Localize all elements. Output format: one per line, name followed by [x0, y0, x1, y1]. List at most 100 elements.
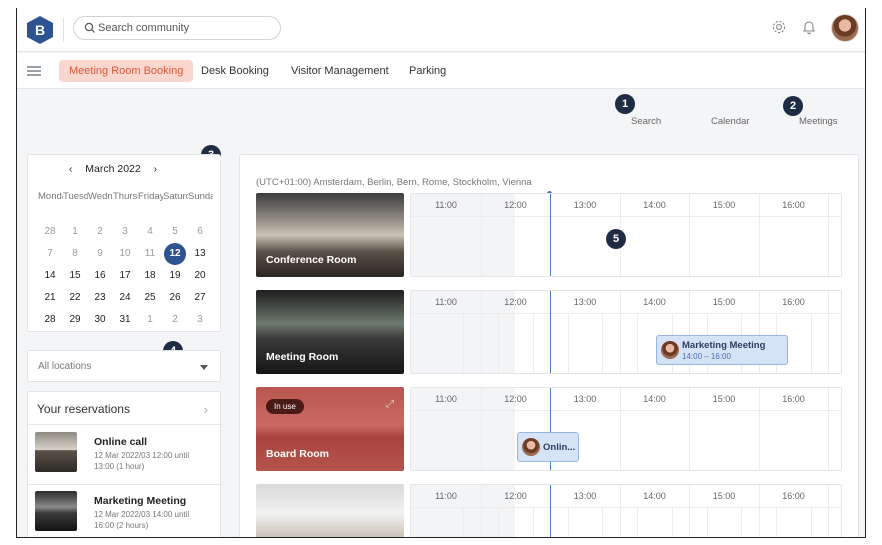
location-select[interactable]: All locations [27, 350, 221, 382]
weekday-label: Thursday [113, 191, 138, 202]
current-time-line [550, 291, 551, 373]
reservation-time-line: 16:00 (2 hours) [94, 521, 149, 530]
reservation-name: Online call [94, 436, 148, 448]
calendar-day[interactable]: 13 [189, 243, 211, 265]
slot-gridline [602, 507, 604, 537]
chevron-right-icon[interactable]: › [204, 402, 208, 417]
reservation-time-line: 12 Mar 2022/03 12:00 until [94, 451, 190, 460]
room-timeline[interactable]: 11:00 12:00 13:00 14:00 15:00 16:00 [410, 387, 842, 471]
calendar-day[interactable]: 9 [89, 243, 111, 265]
room-name: Board Room [266, 448, 329, 460]
brand-logo-icon[interactable]: B [27, 16, 53, 44]
menu-icon[interactable] [27, 66, 41, 76]
hour-gridline [828, 388, 830, 470]
calendar-day[interactable]: 16 [89, 265, 111, 287]
calendar-day-selected[interactable]: 12 [164, 243, 186, 265]
calendar-day[interactable]: 18 [139, 265, 161, 287]
calendar-day[interactable]: 1 [64, 221, 86, 243]
calendar-day[interactable]: 3 [114, 221, 136, 243]
step-badge-1: 1 [615, 94, 635, 114]
booking-title: Onlin... [543, 442, 576, 453]
current-time-line [550, 194, 551, 276]
divider [28, 424, 222, 425]
search-icon [84, 22, 95, 33]
room-timeline[interactable]: 11:00 12:00 13:00 14:00 15:00 16:00 [410, 193, 842, 277]
calendar-day[interactable]: 6 [189, 221, 211, 243]
calendar-day[interactable]: 4 [139, 221, 161, 243]
calendar-day[interactable]: 30 [89, 309, 111, 331]
hour-gridline [480, 485, 482, 537]
hour-gridline [828, 291, 830, 373]
calendar-day[interactable]: 8 [64, 243, 86, 265]
calendar-day[interactable]: 1 [139, 309, 161, 331]
tab-desk-booking[interactable]: Desk Booking [191, 60, 279, 82]
room-card-board[interactable]: In use ⤢ Board Room [256, 387, 404, 471]
slot-gridline [498, 313, 500, 373]
slot-gridline [463, 507, 465, 537]
timeline-header-divider [411, 313, 841, 314]
prev-month-button[interactable]: ‹ [69, 163, 73, 175]
calendar-day[interactable]: 2 [164, 309, 186, 331]
calendar-day[interactable]: 14 [39, 265, 61, 287]
calendar-day[interactable]: 11 [139, 243, 161, 265]
calendar-day[interactable]: 17 [114, 265, 136, 287]
calendar-day[interactable]: 19 [164, 265, 186, 287]
calendar-day[interactable]: 2 [89, 221, 111, 243]
calendar-day[interactable]: 26 [164, 287, 186, 309]
room-card-meeting[interactable]: Meeting Room [256, 290, 404, 374]
expand-icon[interactable]: ⤢ [386, 399, 394, 410]
step-badge-5: 5 [606, 229, 626, 249]
bell-icon[interactable] [801, 19, 817, 35]
gear-icon[interactable] [771, 19, 787, 35]
next-month-button[interactable]: › [154, 163, 158, 175]
calendar-day[interactable]: 28 [39, 221, 61, 243]
calendar-day[interactable]: 24 [114, 287, 136, 309]
view-calendar-link[interactable]: Calendar [711, 116, 750, 127]
hour-gridline [480, 388, 482, 470]
hour-label: 13:00 [573, 394, 597, 404]
reservation-time: 12 Mar 2022/03 14:00 until 16:00 (2 hour… [94, 509, 214, 531]
room-card-conference[interactable]: Conference Room [256, 193, 404, 277]
status-badge: In use [266, 399, 304, 414]
slot-gridline [567, 313, 569, 373]
calendar-day[interactable]: 5 [164, 221, 186, 243]
app-window: B Meeting Room Booking Desk Booking Visi… [16, 8, 866, 538]
room-timeline[interactable]: 11:00 12:00 13:00 14:00 15:00 16:00 [410, 484, 842, 537]
calendar-day[interactable]: 31 [114, 309, 136, 331]
reservation-time-line: 13:00 (1 hour) [94, 462, 145, 471]
calendar-day[interactable]: 7 [39, 243, 61, 265]
search-input[interactable] [98, 20, 276, 36]
hour-label: 11:00 [435, 394, 457, 404]
calendar-day[interactable]: 25 [139, 287, 161, 309]
timeline-header-divider [411, 216, 841, 217]
hour-label: 12:00 [504, 394, 527, 404]
user-avatar[interactable] [831, 14, 859, 42]
calendar-day[interactable]: 28 [39, 309, 61, 331]
tab-parking[interactable]: Parking [399, 60, 456, 82]
booking-marketing-meeting[interactable]: Marketing Meeting 14:00 – 16:00 [656, 335, 788, 365]
calendar-day[interactable]: 27 [189, 287, 211, 309]
hour-label: 12:00 [504, 200, 527, 210]
search-box[interactable] [73, 16, 281, 40]
hour-label: 12:00 [504, 491, 527, 501]
tab-visitor-management[interactable]: Visitor Management [281, 60, 399, 82]
hour-label: 14:00 [643, 491, 666, 501]
booking-online-call[interactable]: Onlin... [517, 432, 579, 462]
calendar-day[interactable]: 3 [189, 309, 211, 331]
view-search-link[interactable]: Search [631, 116, 661, 127]
hour-label: 14:00 [643, 200, 666, 210]
calendar-day[interactable]: 21 [39, 287, 61, 309]
calendar-day[interactable]: 20 [189, 265, 211, 287]
mini-calendar: ‹ March 2022 › MondayTuesdayWednesdayThu… [27, 154, 221, 332]
calendar-day[interactable]: 15 [64, 265, 86, 287]
nav-bar: Meeting Room Booking Desk Booking Visito… [17, 53, 865, 89]
room-card-4[interactable] [256, 484, 404, 537]
calendar-day[interactable]: 10 [114, 243, 136, 265]
calendar-day[interactable]: 23 [89, 287, 111, 309]
calendar-day[interactable]: 22 [64, 287, 86, 309]
hour-gridline [480, 291, 482, 373]
view-meetings-link[interactable]: Meetings [799, 116, 838, 127]
tab-meeting-room-booking[interactable]: Meeting Room Booking [59, 60, 194, 82]
calendar-day[interactable]: 29 [64, 309, 86, 331]
hour-gridline [619, 388, 621, 470]
